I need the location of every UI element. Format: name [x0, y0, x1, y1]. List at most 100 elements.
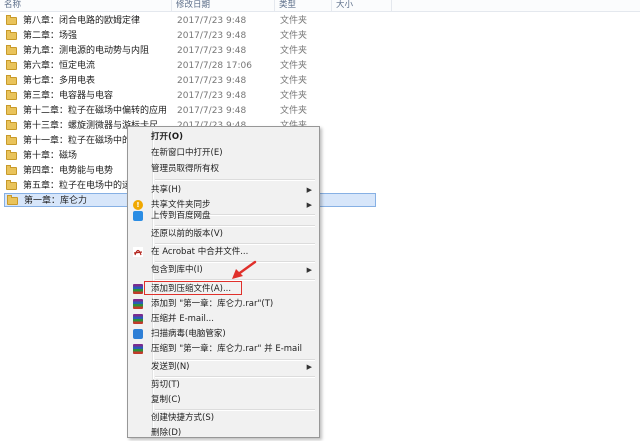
folder-icon	[6, 90, 17, 100]
baidu-cloud-icon	[133, 211, 143, 221]
menu-item-open-new-window[interactable]: 在新窗口中打开(E)	[130, 145, 317, 161]
folder-icon	[6, 165, 17, 175]
column-header: 名称 修改日期 类型 大小	[0, 0, 640, 12]
menu-item-compress-rar-email[interactable]: 压缩到 "第一章：库仑力.rar" 并 E-mail	[130, 341, 317, 357]
folder-row[interactable]: 第九章：测电源的电动势与内阻 2017/7/23 9:48 文件夹	[4, 44, 374, 58]
column-type[interactable]: 类型	[275, 0, 332, 11]
winrar-icon	[133, 314, 143, 324]
winrar-icon	[133, 284, 143, 294]
folder-row[interactable]: 第六章：恒定电流 2017/7/28 17:06 文件夹	[4, 59, 374, 73]
menu-item-add-rar[interactable]: 添加到 "第一章：库仑力.rar"(T)	[130, 296, 317, 312]
annotation-arrow-icon	[232, 260, 257, 279]
folder-icon	[6, 75, 17, 85]
folder-type: 文件夹	[280, 91, 308, 101]
menu-item-cut[interactable]: 剪切(T)	[130, 377, 317, 393]
menu-item-copy[interactable]: 复制(C)	[130, 392, 317, 408]
menu-item-label: 扫描病毒(电脑管家)	[151, 329, 226, 339]
folder-icon	[6, 180, 17, 190]
column-date[interactable]: 修改日期	[172, 0, 275, 11]
folder-type: 文件夹	[280, 106, 308, 116]
submenu-arrow-icon: ▶	[306, 363, 312, 371]
folder-date: 2017/7/28 17:06	[177, 61, 252, 71]
column-size-label: 大小	[336, 0, 354, 10]
folder-date: 2017/7/23 9:48	[177, 31, 247, 41]
menu-item-acrobat-merge[interactable]: 在 Acrobat 中合并文件...	[130, 244, 317, 260]
column-date-label: 修改日期	[176, 0, 211, 10]
folder-icon	[6, 150, 17, 160]
folder-name: 第三章：电容器与电容	[23, 91, 114, 101]
folder-row[interactable]: 第八章：闭合电路的欧姆定律 2017/7/23 9:48 文件夹	[4, 14, 374, 28]
menu-item-open[interactable]: 打开(O)	[130, 129, 317, 145]
winrar-icon	[133, 299, 143, 309]
shield-icon	[133, 329, 143, 339]
menu-item-include-library[interactable]: 包含到库中(I) ▶	[130, 262, 317, 278]
folder-type: 文件夹	[280, 76, 308, 86]
folder-date: 2017/7/23 9:48	[177, 91, 247, 101]
folder-type: 文件夹	[280, 31, 308, 41]
folder-name: 第四章：电势能与电势	[23, 166, 114, 176]
folder-row[interactable]: 第十二章：粒子在磁场中偏转的应用 2017/7/23 9:48 文件夹	[4, 104, 374, 118]
menu-separator	[155, 179, 315, 181]
folder-icon	[7, 195, 18, 205]
menu-item-share[interactable]: 共享(H) ▶	[130, 182, 317, 198]
folder-name: 第六章：恒定电流	[23, 61, 96, 71]
submenu-arrow-icon: ▶	[306, 266, 312, 274]
menu-item-label: 添加到 "第一章：库仑力.rar"(T)	[151, 299, 274, 309]
acrobat-icon	[133, 247, 143, 257]
menu-item-label: 还原以前的版本(V)	[151, 229, 223, 239]
folder-name: 第十章：磁场	[23, 151, 78, 161]
menu-item-label: 发送到(N)	[151, 362, 190, 372]
folder-type: 文件夹	[280, 16, 308, 26]
menu-item-label: 共享(H)	[151, 185, 182, 195]
menu-item-delete[interactable]: 删除(D)	[130, 425, 317, 441]
menu-item-upload-baidu[interactable]: 上传到百度网盘	[130, 208, 317, 224]
folder-icon	[6, 60, 17, 70]
folder-name: 第十二章：粒子在磁场中偏转的应用	[23, 106, 168, 116]
menu-item-label: 复制(C)	[151, 395, 181, 405]
folder-date: 2017/7/23 9:48	[177, 106, 247, 116]
folder-name: 第二章：场强	[23, 31, 78, 41]
folder-date: 2017/7/23 9:48	[177, 76, 247, 86]
folder-row[interactable]: 第三章：电容器与电容 2017/7/23 9:48 文件夹	[4, 89, 374, 103]
folder-type: 文件夹	[280, 61, 308, 71]
column-name-label: 名称	[4, 0, 22, 10]
folder-icon	[6, 45, 17, 55]
menu-item-label: 剪切(T)	[151, 380, 180, 390]
menu-item-label: 在新窗口中打开(E)	[151, 148, 223, 158]
menu-item-label: 压缩到 "第一章：库仑力.rar" 并 E-mail	[151, 344, 302, 354]
folder-name: 第七章：多用电表	[23, 76, 96, 86]
menu-item-admin-ownership[interactable]: 管理员取得所有权	[130, 161, 317, 177]
folder-icon	[6, 30, 17, 40]
menu-item-label: 管理员取得所有权	[151, 164, 220, 174]
folder-name: 第九章：测电源的电动势与内阻	[23, 46, 150, 56]
folder-row[interactable]: 第二章：场强 2017/7/23 9:48 文件夹	[4, 29, 374, 43]
menu-item-compress-email[interactable]: 压缩并 E-mail...	[130, 311, 317, 327]
menu-item-create-shortcut[interactable]: 创建快捷方式(S)	[130, 410, 317, 426]
menu-item-label: 包含到库中(I)	[151, 265, 203, 275]
folder-icon	[6, 15, 17, 25]
menu-item-label: 删除(D)	[151, 428, 182, 438]
column-type-label: 类型	[279, 0, 297, 10]
folder-icon	[6, 105, 17, 115]
column-size[interactable]: 大小	[332, 0, 392, 11]
folder-row[interactable]: 第七章：多用电表 2017/7/23 9:48 文件夹	[4, 74, 374, 88]
menu-item-label: 压缩并 E-mail...	[151, 314, 214, 324]
menu-item-scan-virus[interactable]: 扫描病毒(电脑管家)	[130, 326, 317, 342]
folder-name: 第一章：库仑力	[24, 196, 88, 206]
folder-type: 文件夹	[280, 46, 308, 56]
folder-date: 2017/7/23 9:48	[177, 16, 247, 26]
menu-item-label: 打开(O)	[151, 132, 183, 142]
menu-item-label: 上传到百度网盘	[151, 211, 211, 221]
winrar-icon	[133, 344, 143, 354]
annotation-highlight-box	[144, 281, 242, 295]
folder-icon	[6, 120, 17, 130]
folder-date: 2017/7/23 9:48	[177, 46, 247, 56]
menu-item-send-to[interactable]: 发送到(N) ▶	[130, 359, 317, 375]
submenu-arrow-icon: ▶	[306, 186, 312, 194]
column-name[interactable]: 名称	[0, 0, 172, 11]
folder-name: 第五章：粒子在电场中的运动	[23, 181, 141, 191]
folder-name: 第八章：闭合电路的欧姆定律	[23, 16, 141, 26]
menu-item-label: 创建快捷方式(S)	[151, 413, 215, 423]
menu-item-restore-versions[interactable]: 还原以前的版本(V)	[130, 226, 317, 242]
folder-icon	[6, 135, 17, 145]
